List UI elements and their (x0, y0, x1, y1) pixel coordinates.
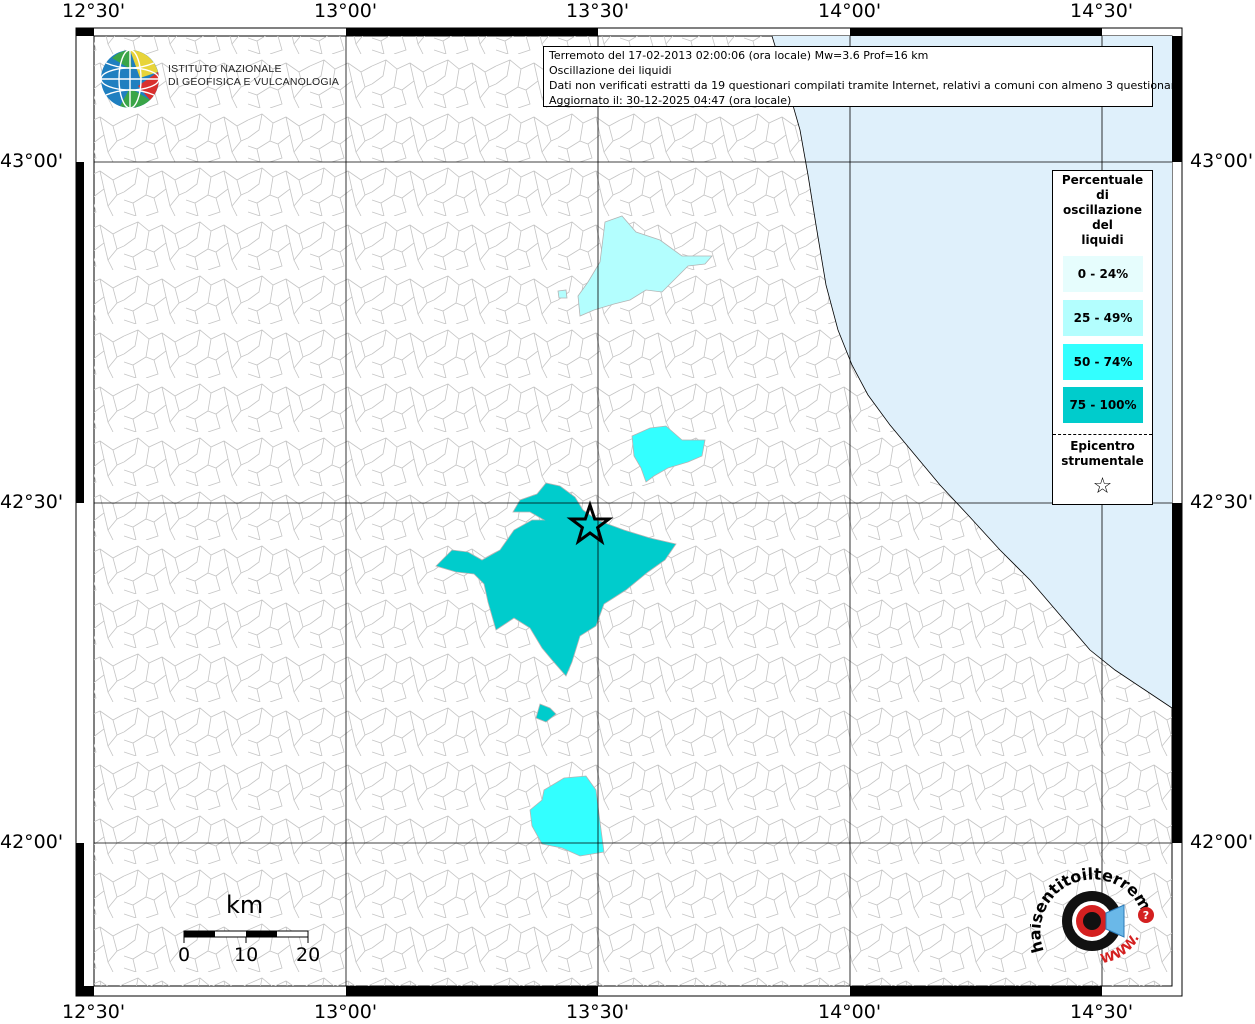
municipality-class-25-49 (557, 289, 568, 299)
scale-label: 0 (178, 944, 191, 966)
lat-tick-right: 42°00' (1190, 831, 1254, 853)
legend-swatch-class-0-24: 0 - 24% (1063, 256, 1143, 292)
ingv-name-line2: DI GEOFISICA E VULCANOLOGIA (168, 76, 340, 88)
lon-tick-bottom: 12°30' (62, 1001, 126, 1023)
legend-title-line: liquidi (1081, 233, 1124, 247)
lat-tick-right: 43°00' (1190, 150, 1254, 172)
ingv-logo-icon (100, 49, 160, 109)
lon-tick-top: 13°30' (566, 0, 630, 22)
scale-label: 10 (234, 944, 259, 966)
lon-tick-top: 14°00' (818, 0, 882, 22)
legend-separator (1053, 434, 1152, 435)
legend-epicenter-line: strumentale (1061, 454, 1144, 468)
scale-label: 20 (296, 944, 321, 966)
legend-swatch-class-25-49: 25 - 49% (1063, 300, 1143, 336)
lon-tick-bottom: 14°30' (1070, 1001, 1134, 1023)
lon-tick-bottom: 13°00' (314, 1001, 378, 1023)
lon-tick-top: 13°00' (314, 0, 378, 22)
legend-epicenter-label: Epicentro strumentale (1053, 439, 1152, 469)
legend-title-line: del (1092, 218, 1113, 232)
lon-tick-top: 14°30' (1070, 0, 1134, 22)
legend-star-icon: ☆ (1092, 474, 1113, 499)
lat-tick-right: 42°30' (1190, 491, 1254, 513)
event-title: Terremoto del 17-02-2013 02:00:06 (ora l… (549, 49, 929, 62)
legend-swatch-class-50-74: 50 - 74% (1063, 344, 1143, 380)
legend: Percentuale di oscillazione del liquidi … (1052, 170, 1153, 505)
lat-tick-left: 43°00' (0, 150, 64, 172)
ingv-name: ISTITUTO NAZIONALE DI GEOFISICA E VULCAN… (168, 63, 339, 89)
legend-epicenter-line: Epicentro (1070, 439, 1135, 453)
lat-tick-left: 42°30' (0, 491, 64, 513)
legend-title: Percentuale di oscillazione del liquidi (1053, 173, 1152, 248)
legend-title-line: oscillazione (1063, 203, 1142, 217)
data-note: Dati non verificati estratti da 19 quest… (549, 79, 1182, 92)
legend-title-line: di (1096, 188, 1109, 202)
update-timestamp: Aggiornato il: 30-12-2025 04:47 (ora loc… (549, 94, 792, 107)
ingv-name-line1: ISTITUTO NAZIONALE (168, 63, 282, 75)
lon-tick-bottom: 13°30' (566, 1001, 630, 1023)
map-subject: Oscillazione dei liquidi (549, 64, 672, 77)
event-info-box: Terremoto del 17-02-2013 02:00:06 (ora l… (543, 46, 1182, 107)
lon-tick-bottom: 14°00' (818, 1001, 882, 1023)
svg-text:?: ? (1143, 909, 1149, 922)
legend-swatch-class-75-100: 75 - 100% (1063, 387, 1143, 423)
lat-tick-left: 42°00' (0, 831, 64, 853)
scale-unit: km (226, 891, 264, 919)
lon-tick-top: 12°30' (62, 0, 126, 22)
haisentito-logo-icon: haisentitoilterremoto.it WWW. ? (1030, 855, 1155, 967)
legend-title-line: Percentuale (1061, 173, 1144, 187)
